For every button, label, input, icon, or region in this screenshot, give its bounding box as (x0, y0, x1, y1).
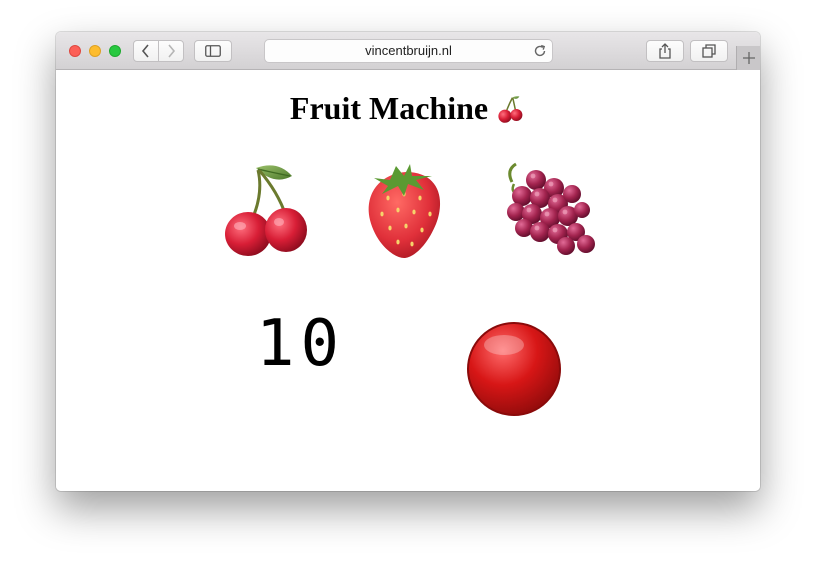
share-button[interactable] (646, 40, 684, 62)
score-display: 10 (256, 307, 346, 381)
reel-strawberry-icon (368, 164, 441, 258)
url-text: vincentbruijn.nl (365, 43, 452, 58)
spin-button[interactable] (464, 319, 564, 419)
page-content: Fruit Machine 10 (56, 70, 760, 491)
plus-icon (742, 52, 755, 64)
chevron-left-icon (141, 44, 149, 58)
page-title: Fruit Machine (56, 90, 760, 127)
reel-grapes-icon (507, 162, 595, 255)
new-tab-button[interactable] (736, 46, 760, 70)
minimize-window-button[interactable] (89, 45, 101, 57)
maximize-window-button[interactable] (109, 45, 121, 57)
cherries-icon (498, 95, 523, 123)
sidebar-icon (205, 45, 221, 57)
forward-button[interactable] (158, 40, 184, 62)
close-window-button[interactable] (69, 45, 81, 57)
chevron-right-icon (168, 44, 176, 58)
title-text: Fruit Machine (289, 90, 489, 126)
share-icon (659, 43, 671, 59)
reload-icon[interactable] (533, 44, 547, 58)
browser-toolbar: vincentbruijn.nl (56, 32, 760, 70)
address-bar[interactable]: vincentbruijn.nl (264, 39, 553, 63)
tabs-icon (702, 44, 716, 58)
show-tabs-button[interactable] (690, 40, 728, 62)
back-button[interactable] (133, 40, 159, 62)
reel-cherries-icon (225, 165, 307, 256)
sidebar-toggle-button[interactable] (194, 40, 232, 62)
browser-window: vincentbruijn.nl Fruit Machine 10 (56, 32, 760, 491)
